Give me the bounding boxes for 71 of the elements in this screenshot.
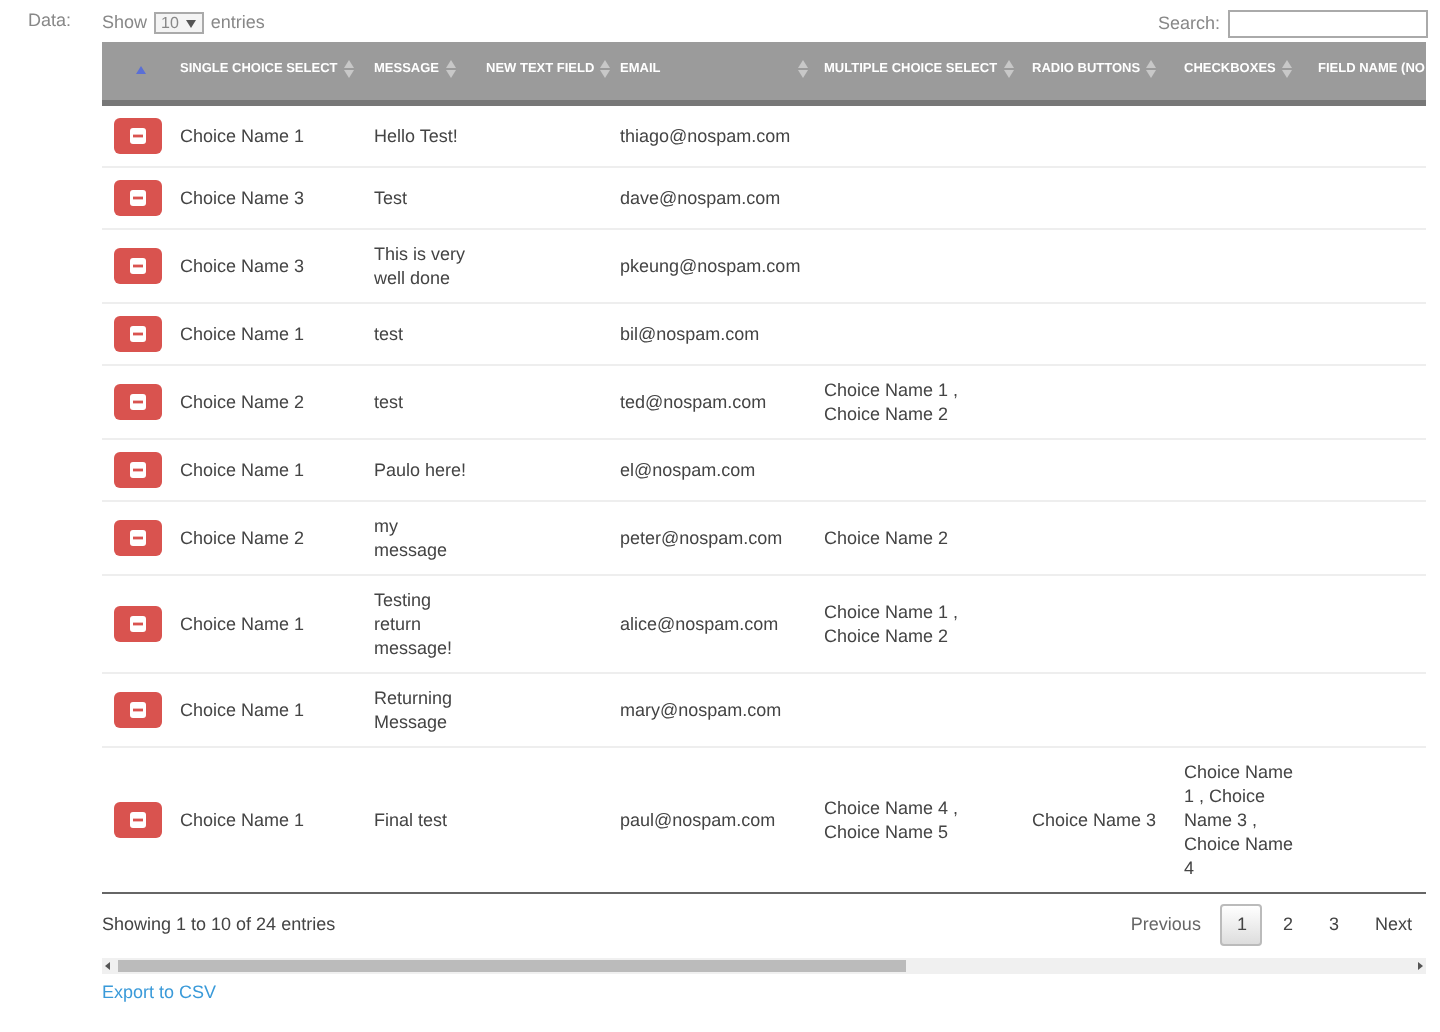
search-label: Search: bbox=[1157, 11, 1220, 32]
delete-button[interactable] bbox=[114, 247, 162, 283]
delete-button[interactable] bbox=[114, 801, 162, 837]
table-cell: Hello Test! bbox=[374, 125, 458, 145]
table-cell: my message bbox=[374, 515, 448, 559]
table-cell: peter@nospam.com bbox=[620, 527, 783, 547]
table-cell: Choice Name 2 bbox=[180, 391, 305, 411]
table-cell: Test bbox=[374, 187, 408, 207]
minus-icon bbox=[130, 811, 146, 827]
minus-icon bbox=[130, 393, 146, 409]
table-cell: dave@nospam.com bbox=[620, 187, 781, 207]
table-cell: el@nospam.com bbox=[620, 459, 756, 479]
dropdown-caret-icon bbox=[186, 19, 197, 28]
table-cell: Choice Name 1 bbox=[180, 809, 305, 829]
table-cell: Testing return message! bbox=[374, 589, 453, 657]
minus-icon bbox=[130, 257, 146, 273]
table-cell: Choice Name 2 bbox=[180, 527, 305, 547]
table-cell: bil@nospam.com bbox=[620, 323, 760, 343]
table-cell: Returning Message bbox=[374, 687, 453, 731]
export-link[interactable]: Export to CSV bbox=[102, 979, 217, 1006]
page-length-select[interactable]: 10 bbox=[153, 12, 205, 35]
delete-button[interactable] bbox=[114, 451, 162, 487]
delete-button[interactable] bbox=[114, 605, 162, 641]
table-cell: paul@nospam.com bbox=[620, 809, 776, 829]
minus-icon bbox=[130, 127, 146, 143]
table-cell: Choice Name 1 bbox=[180, 125, 305, 145]
table-cell: Choice Name 3 bbox=[180, 187, 305, 207]
table-cell: Choice Name 1 , Choice Name 3 , Choice Name 4 bbox=[1184, 761, 1294, 877]
table-cell: Choice Name 1 , Choice Name 2 bbox=[824, 379, 959, 423]
minus-icon bbox=[130, 461, 146, 477]
table-cell: thiago@nospam.com bbox=[620, 125, 791, 145]
table-cell: Paulo here! bbox=[374, 459, 467, 479]
table-cell: test bbox=[374, 323, 404, 343]
delete-button[interactable] bbox=[114, 383, 162, 419]
minus-icon bbox=[130, 189, 146, 205]
table-cell: Choice Name 1 bbox=[180, 323, 305, 343]
page-button[interactable]: 1 bbox=[1220, 903, 1263, 947]
field-label: Data: bbox=[28, 10, 72, 30]
table-cell: alice@nospam.com bbox=[620, 613, 779, 633]
minus-icon bbox=[130, 615, 146, 631]
table-cell: Final test bbox=[374, 809, 448, 829]
page-button[interactable]: 3 bbox=[1312, 903, 1355, 947]
table-cell: Choice Name 3 bbox=[180, 255, 305, 275]
show-label: Show bbox=[102, 11, 148, 32]
minus-icon bbox=[130, 701, 146, 717]
table-cell: Choice Name 1 bbox=[180, 699, 305, 719]
delete-button[interactable] bbox=[114, 691, 162, 727]
table-cell: Choice Name 4 , Choice Name 5 bbox=[824, 797, 959, 841]
next-button[interactable]: Next bbox=[1358, 903, 1428, 947]
delete-button[interactable] bbox=[114, 117, 162, 153]
table-cell: test bbox=[374, 391, 404, 411]
table-cell: Choice Name 1 bbox=[180, 459, 305, 479]
horizontal-scrollbar[interactable] bbox=[102, 957, 1426, 973]
page-button[interactable]: 2 bbox=[1266, 903, 1309, 947]
delete-button[interactable] bbox=[114, 179, 162, 215]
table-cell: mary@nospam.com bbox=[620, 699, 782, 719]
minus-icon bbox=[130, 529, 146, 545]
search-field[interactable] bbox=[1228, 9, 1428, 37]
table-cell: Choice Name 2 bbox=[824, 527, 949, 547]
table-cell: Choice Name 3 bbox=[1032, 809, 1157, 829]
table-cell: Choice Name 1 bbox=[180, 613, 305, 633]
entries-label: entries bbox=[210, 11, 265, 32]
table-cell: Choice Name 1 , Choice Name 2 bbox=[824, 601, 959, 645]
delete-button[interactable] bbox=[114, 315, 162, 351]
table-cell: pkeung@nospam.com bbox=[620, 255, 801, 275]
table-cell: This is very well done bbox=[374, 243, 466, 287]
previous-button[interactable]: Previous bbox=[1114, 903, 1217, 947]
table-cell: ted@nospam.com bbox=[620, 391, 767, 411]
minus-icon bbox=[130, 325, 146, 341]
delete-button[interactable] bbox=[114, 519, 162, 555]
table-info: Showing 1 to 10 of 24 entries bbox=[102, 911, 336, 938]
